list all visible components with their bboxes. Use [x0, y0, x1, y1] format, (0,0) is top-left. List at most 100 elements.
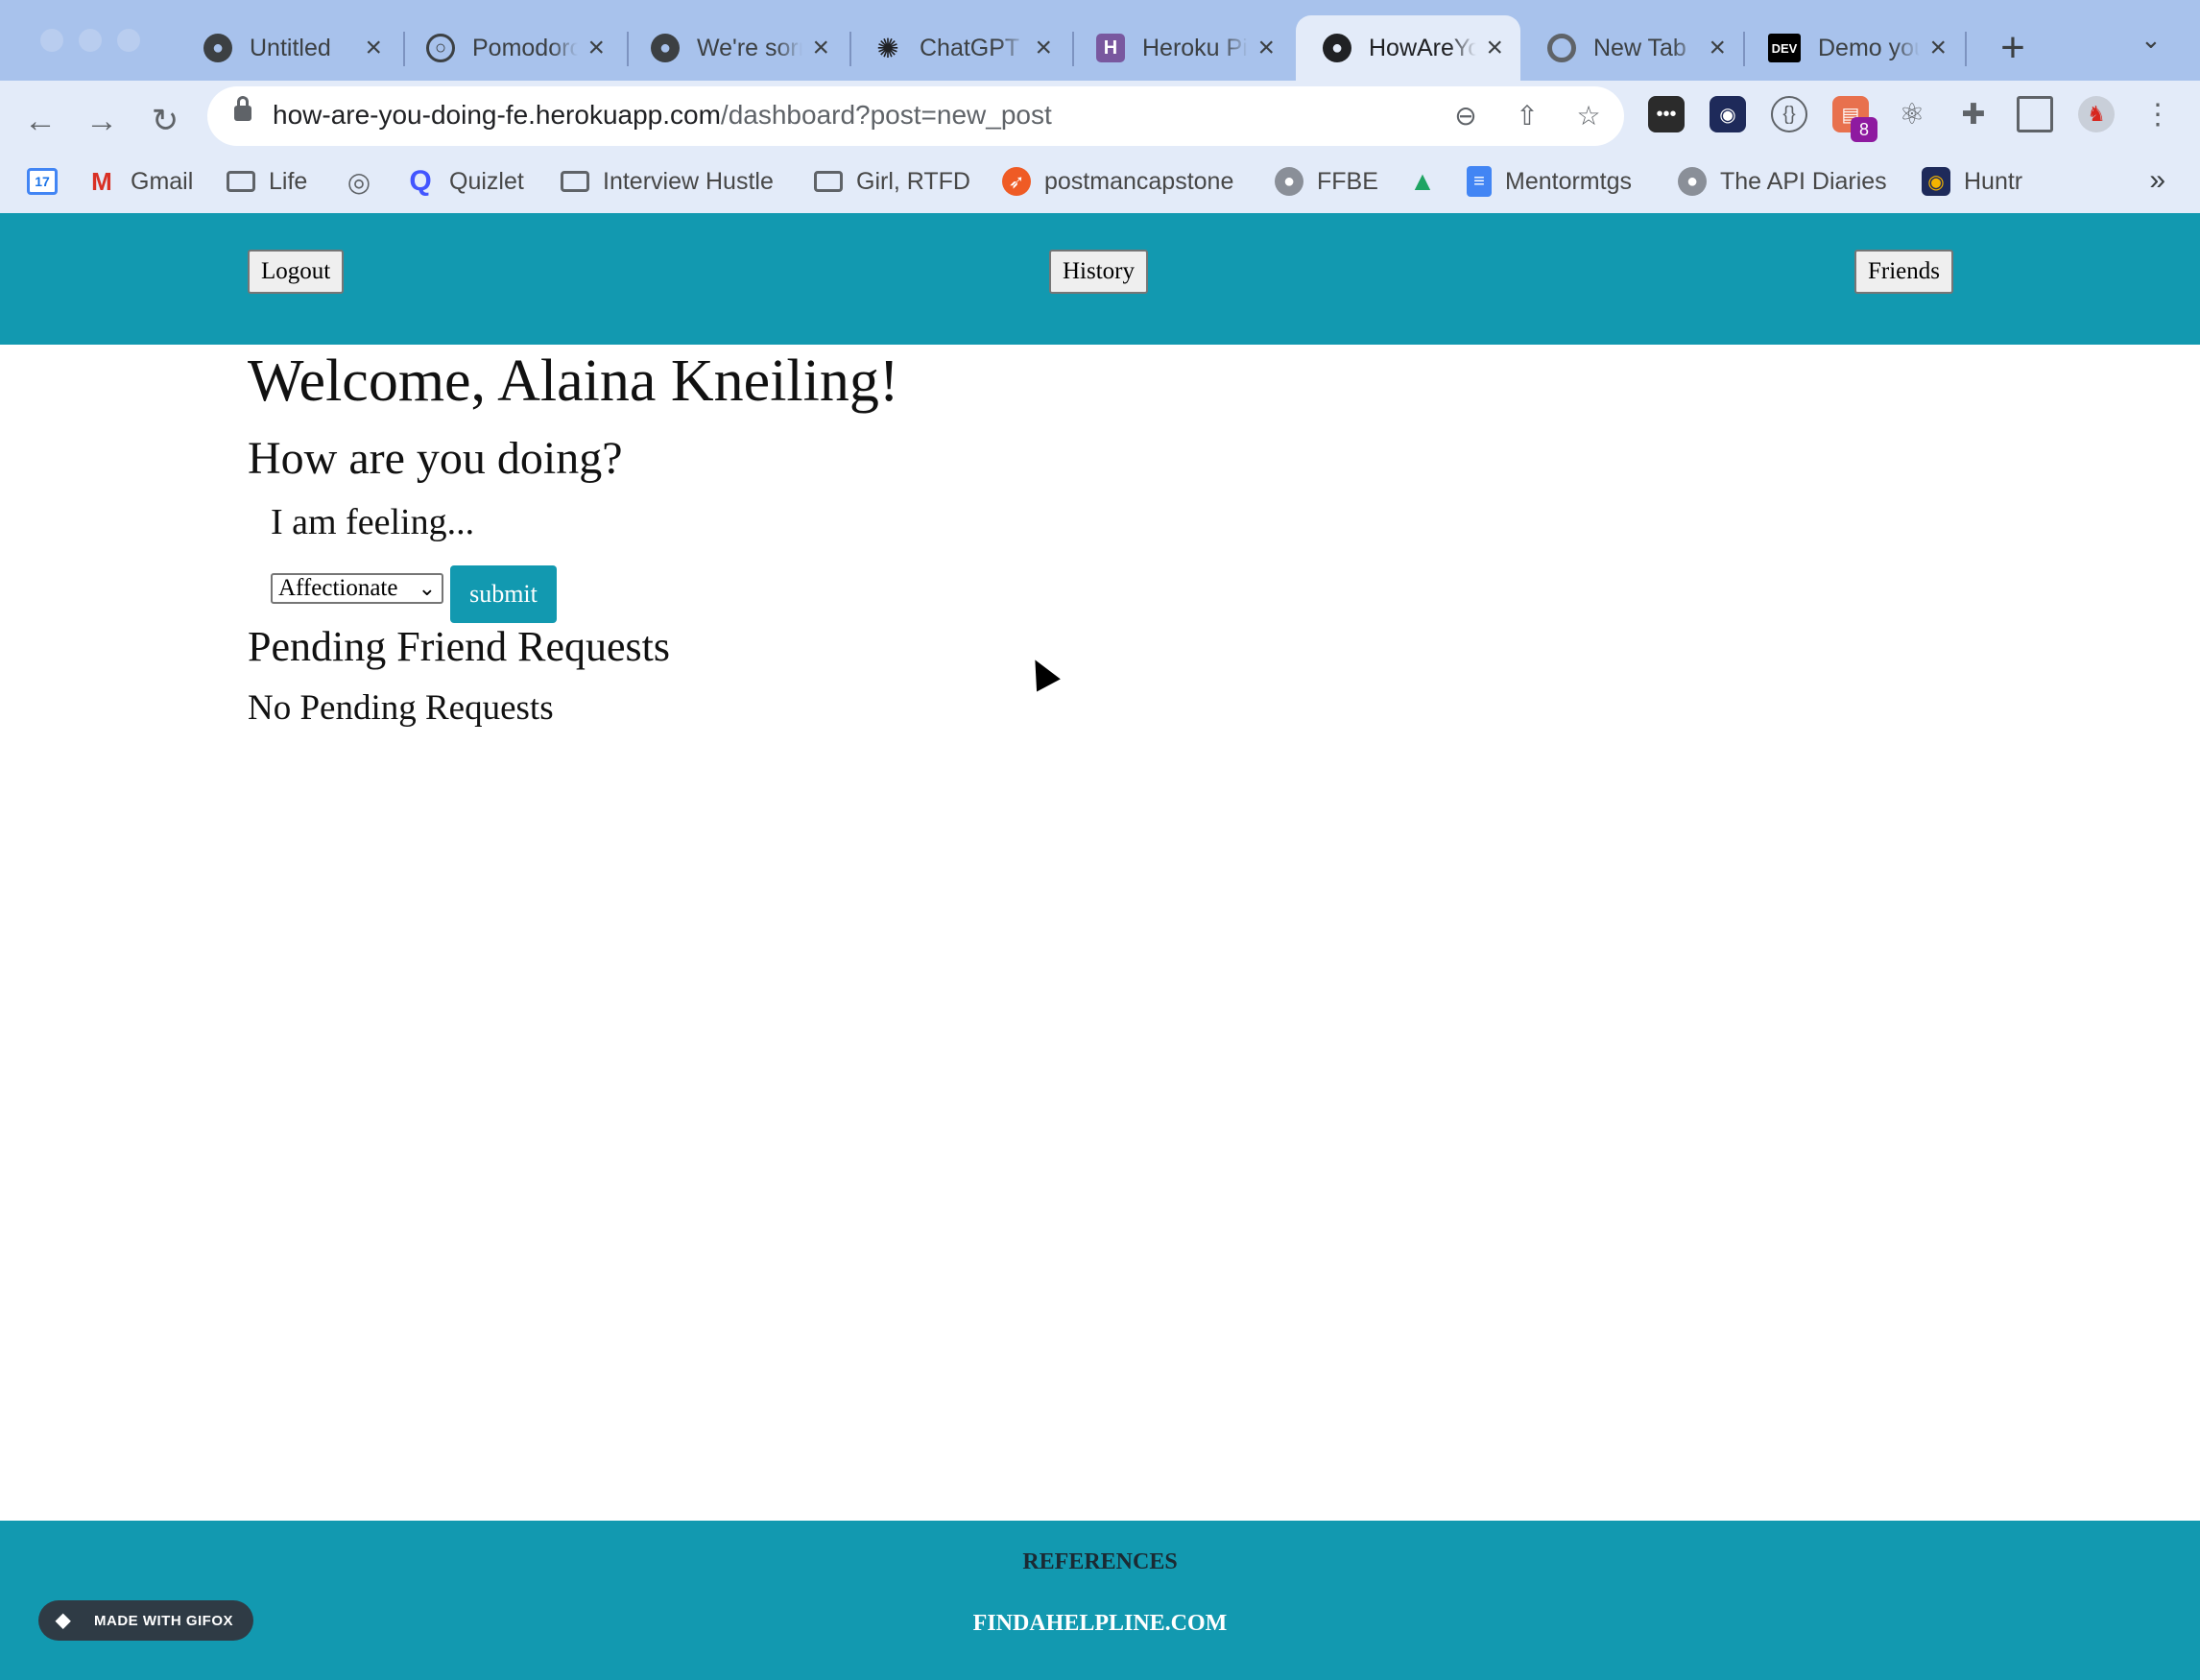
- share-icon[interactable]: ⇧: [1507, 96, 1547, 136]
- window-zoom-button[interactable]: [117, 29, 140, 52]
- window-close-button[interactable]: [40, 29, 63, 52]
- feeling-select[interactable]: Affectionate ⌄: [271, 573, 443, 604]
- lock-icon[interactable]: [234, 96, 251, 121]
- fox-logo-icon: ◆: [56, 1610, 71, 1631]
- tab-heroku[interactable]: H Heroku Pipeline ×: [1069, 15, 1292, 81]
- bookmark-postmancapstone[interactable]: ➶ postmancapstone: [1002, 162, 1233, 201]
- bookmark-ffbe[interactable]: ● FFBE: [1275, 162, 1378, 201]
- tab-title: We're sorry: [697, 34, 803, 61]
- window-minimize-button[interactable]: [79, 29, 102, 52]
- quizlet-icon: Q: [409, 165, 432, 197]
- menu-kebab-icon[interactable]: ⋮: [2140, 96, 2176, 132]
- url-text[interactable]: how-are-you-doing-fe.herokuapp.com/dashb…: [273, 100, 1052, 131]
- tab-pomodoro[interactable]: ○ Pomodoro ×: [399, 15, 622, 81]
- friends-button[interactable]: Friends: [1854, 250, 1953, 294]
- bookmark-folder-interview-hustle[interactable]: Interview Hustle: [561, 162, 774, 201]
- tab-title: HowAreYouDoing: [1369, 34, 1477, 61]
- tab-were-sorry[interactable]: ● We're sorry ×: [624, 15, 847, 81]
- bookmark-quizlet[interactable]: Q Quizlet: [405, 162, 523, 201]
- bookmark-google-drive[interactable]: ▲: [1407, 162, 1451, 201]
- bookmark-calendar[interactable]: 17: [27, 162, 71, 201]
- bookmark-label: The API Diaries: [1720, 167, 1887, 195]
- mouse-cursor-icon: [1023, 653, 1061, 692]
- pomodoro-icon: ◎: [347, 166, 371, 197]
- bookmark-label: Gmail: [131, 167, 194, 195]
- forward-arrow-icon[interactable]: →: [77, 96, 127, 146]
- close-icon[interactable]: ×: [1929, 34, 1947, 62]
- chevron-down-icon: ⌄: [418, 576, 436, 600]
- how-are-you-doing-heading: How are you doing?: [248, 433, 623, 484]
- findahelpline-link[interactable]: FINDAHELPLINE.COM: [0, 1611, 2200, 1637]
- close-icon[interactable]: ×: [1035, 34, 1052, 62]
- bookmark-gmail[interactable]: M Gmail: [86, 162, 193, 201]
- avatar[interactable]: ♞: [2078, 96, 2115, 132]
- bookmark-mentormtgs[interactable]: ≡ Mentormtgs: [1467, 162, 1632, 201]
- url-path: /dashboard?post=new_post: [720, 100, 1052, 130]
- close-icon[interactable]: ×: [1709, 34, 1726, 62]
- new-tab-button[interactable]: +: [1991, 21, 2035, 75]
- gifox-watermark: ◆ MADE WITH GIFOX: [38, 1600, 253, 1641]
- side-panel-icon[interactable]: [2017, 96, 2053, 132]
- react-devtools-icon[interactable]: ⚛: [1894, 96, 1930, 132]
- extensions-puzzle-icon[interactable]: ✚: [1955, 96, 1992, 132]
- github-icon: ●: [1275, 167, 1303, 196]
- tab-dev[interactable]: DEV Demo your ×: [1741, 15, 1964, 81]
- json-viewer-extension-icon[interactable]: {}: [1771, 96, 1807, 132]
- bookmark-folder-girl-rtfd[interactable]: Girl, RTFD: [814, 162, 970, 201]
- calendar-icon: 17: [27, 168, 58, 195]
- google-drive-icon: ▲: [1409, 166, 1436, 196]
- tab-new-tab[interactable]: New Tab ×: [1520, 15, 1743, 81]
- tab-divider: [1965, 32, 1967, 66]
- bookmarks-overflow-chevron-icon[interactable]: »: [2149, 164, 2165, 197]
- folder-icon: [814, 171, 843, 192]
- bookmark-label: FFBE: [1317, 167, 1378, 195]
- tab-title: Pomodoro: [472, 34, 579, 61]
- tab-search-chevron-icon[interactable]: ⌄: [2140, 25, 2162, 55]
- bookmark-label: Interview Hustle: [603, 167, 774, 195]
- bookmark-pomodoro[interactable]: ◎: [344, 162, 388, 201]
- submit-button[interactable]: submit: [450, 565, 557, 623]
- history-button[interactable]: History: [1049, 250, 1148, 294]
- tab-howareyoudoing[interactable]: ● HowAreYouDoing ×: [1296, 15, 1520, 81]
- no-pending-requests-text: No Pending Requests: [248, 688, 554, 728]
- zoom-icon[interactable]: ⊖: [1446, 96, 1486, 136]
- tab-title: Demo your: [1818, 34, 1920, 61]
- logout-button[interactable]: Logout: [248, 250, 345, 294]
- references-heading: REFERENCES: [1022, 1549, 1178, 1574]
- reload-icon[interactable]: ↻: [140, 96, 190, 146]
- huntr-extension-icon[interactable]: ◉: [1710, 96, 1746, 132]
- postman-icon: ➶: [1002, 167, 1031, 196]
- bookmark-label: Girl, RTFD: [856, 167, 970, 195]
- bookmark-huntr[interactable]: ◉ Huntr: [1922, 162, 2022, 201]
- pomodoro-icon: ○: [426, 34, 455, 62]
- tab-chatgpt[interactable]: ✺ ChatGPT ×: [847, 15, 1069, 81]
- pending-requests-heading: Pending Friend Requests: [248, 623, 670, 670]
- close-icon[interactable]: ×: [587, 34, 605, 62]
- bookmark-label: Huntr: [1964, 167, 2023, 195]
- close-icon[interactable]: ×: [1257, 34, 1275, 62]
- globe-icon: ●: [203, 34, 232, 62]
- bookmark-label: postmancapstone: [1044, 167, 1234, 195]
- bookmark-label: Mentormtgs: [1505, 167, 1632, 195]
- bookmark-the-api-diaries[interactable]: ● The API Diaries: [1678, 162, 1887, 201]
- gmail-icon: M: [91, 166, 112, 196]
- close-icon[interactable]: ×: [365, 34, 382, 62]
- tab-strip: ● Untitled × ○ Pomodoro × ● We're sorry …: [0, 0, 2200, 81]
- folder-icon: [561, 171, 589, 192]
- extension-badge: 8: [1851, 117, 1877, 142]
- bookmark-folder-life[interactable]: Life: [227, 162, 307, 201]
- huntr-icon: ◉: [1922, 167, 1950, 196]
- close-icon[interactable]: ×: [812, 34, 829, 62]
- back-arrow-icon[interactable]: ←: [15, 96, 65, 146]
- welcome-heading: Welcome, Alaina Kneiling!: [248, 348, 899, 414]
- github-icon: ●: [1678, 167, 1707, 196]
- openai-icon: ✺: [876, 33, 899, 63]
- folder-icon: [227, 171, 255, 192]
- google-docs-icon: ≡: [1467, 166, 1492, 197]
- address-bar[interactable]: how-are-you-doing-fe.herokuapp.com/dashb…: [207, 86, 1624, 146]
- site-header: Logout History Friends: [0, 213, 2200, 345]
- password-manager-extension-icon[interactable]: •••: [1648, 96, 1685, 132]
- close-icon[interactable]: ×: [1486, 34, 1503, 62]
- tab-untitled[interactable]: ● Untitled ×: [177, 15, 399, 81]
- bookmark-star-icon[interactable]: ☆: [1568, 96, 1609, 136]
